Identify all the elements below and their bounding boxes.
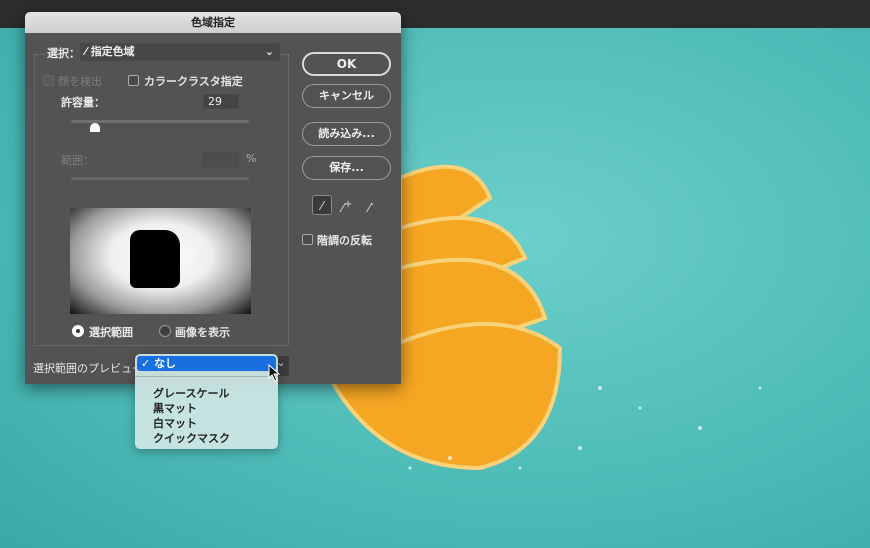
cancel-button[interactable]: キャンセル bbox=[302, 84, 391, 108]
selection-preview-thumbnail bbox=[70, 208, 251, 314]
range-label: 範囲： bbox=[61, 154, 94, 167]
selection-radio[interactable] bbox=[72, 325, 84, 337]
menu-item-black-matte[interactable]: 黒マット bbox=[153, 400, 197, 416]
mouse-cursor-icon bbox=[268, 364, 281, 382]
eyedropper-icon[interactable]: ⁄ bbox=[312, 195, 332, 215]
image-radio[interactable] bbox=[159, 325, 171, 337]
menu-item-quick-mask[interactable]: クイックマスク bbox=[153, 430, 230, 446]
menu-item-label: なし bbox=[154, 357, 177, 370]
ok-button[interactable]: OK bbox=[302, 52, 391, 76]
color-range-dialog: 色域指定 選択： ⁄ 指定色域 ⌄ 顔を検出 カラークラスタ指定 許容量： 29… bbox=[25, 12, 401, 384]
select-label: 選択： bbox=[45, 45, 82, 61]
eyedropper-plus-icon[interactable]: ⁄+ bbox=[337, 195, 357, 215]
range-unit: % bbox=[246, 152, 257, 165]
eyedropper-minus-icon[interactable]: ⁄- bbox=[361, 195, 381, 215]
selection-radio-label: 選択範囲 bbox=[89, 326, 133, 339]
detect-faces-checkbox[interactable] bbox=[43, 75, 54, 86]
fuzziness-slider-handle[interactable] bbox=[90, 123, 100, 132]
menu-item-white-matte[interactable]: 白マット bbox=[153, 415, 197, 431]
fuzziness-label: 許容量： bbox=[61, 96, 105, 109]
localized-clusters-checkbox[interactable] bbox=[128, 75, 139, 86]
range-input[interactable] bbox=[203, 152, 239, 167]
save-button[interactable]: 保存... bbox=[302, 156, 391, 180]
select-value: 指定色域 bbox=[90, 45, 135, 58]
fuzziness-slider-track[interactable] bbox=[71, 120, 249, 123]
menu-item-grayscale[interactable]: グレースケール bbox=[153, 385, 229, 401]
preview-label: 選択範囲のプレビュー bbox=[33, 362, 143, 375]
load-button[interactable]: 読み込み... bbox=[302, 122, 391, 146]
localized-clusters-label: カラークラスタ指定 bbox=[144, 75, 243, 88]
invert-label: 階調の反転 bbox=[317, 234, 372, 247]
chevron-down-icon: ⌄ bbox=[264, 45, 274, 58]
range-slider-track[interactable] bbox=[71, 177, 249, 180]
check-icon: ✓ bbox=[141, 357, 151, 370]
dialog-title: 色域指定 bbox=[25, 12, 401, 33]
eyedropper-icon: ⁄ bbox=[85, 45, 87, 58]
detect-faces-label: 顔を検出 bbox=[58, 75, 102, 88]
image-radio-label: 画像を表示 bbox=[175, 326, 230, 339]
preview-dropdown-menu: ✓ なし グレースケール 黒マット 白マット クイックマスク bbox=[135, 354, 278, 449]
menu-item-none[interactable]: ✓ なし bbox=[137, 356, 276, 371]
select-dropdown[interactable]: ⁄ 指定色域 ⌄ bbox=[80, 43, 280, 61]
fuzziness-input[interactable]: 29 bbox=[203, 94, 239, 109]
invert-checkbox[interactable] bbox=[302, 234, 313, 245]
